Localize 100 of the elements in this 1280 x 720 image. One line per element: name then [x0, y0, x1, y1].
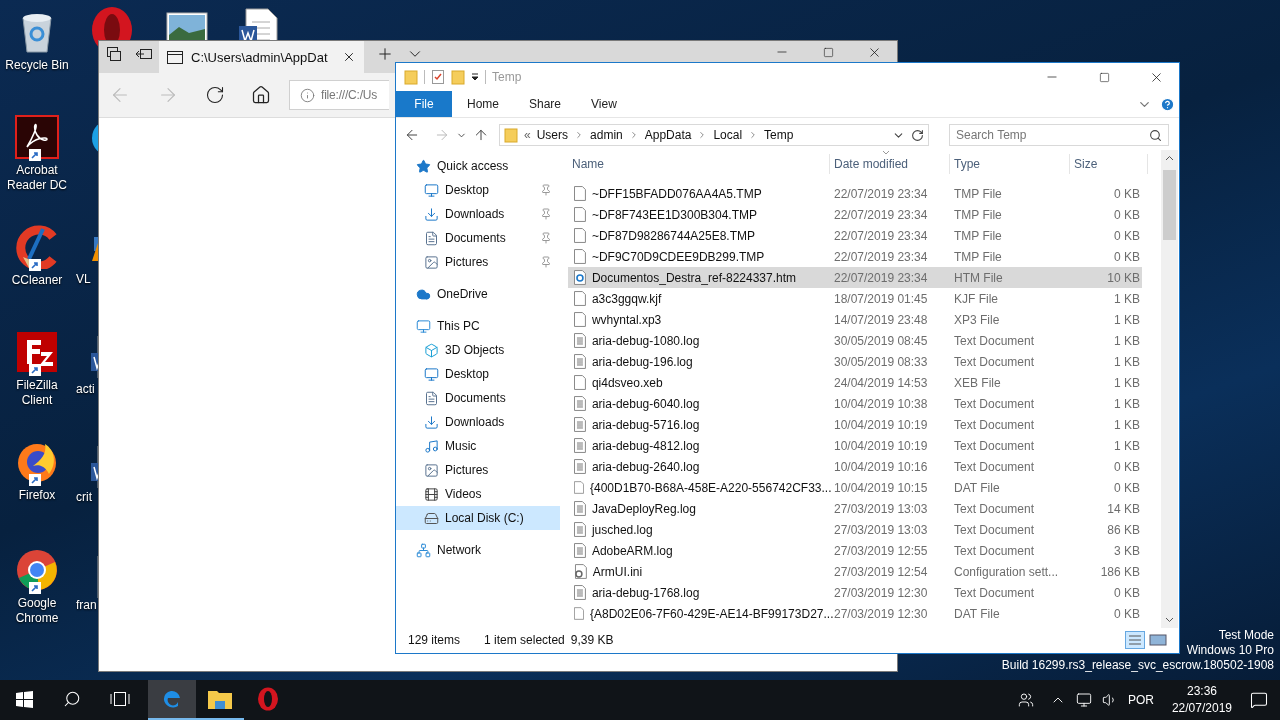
text-file-icon	[574, 417, 586, 432]
address-field[interactable]: file:///C:/Us	[289, 80, 389, 110]
file-icon	[574, 291, 586, 306]
nav-item[interactable]: Pictures	[396, 458, 560, 482]
desktop-icon-label[interactable]: Recycle Bin	[5, 58, 69, 73]
file-row[interactable]: aria-debug-2640.log 10/04/2019 10:16 Text Document 0 KB	[568, 456, 1142, 477]
nav-item[interactable]: Music	[396, 434, 560, 458]
ribbon-tab[interactable]: Home	[452, 91, 514, 117]
file-row[interactable]: aria-debug-4812.log 10/04/2019 10:19 Text Document 1 KB	[568, 435, 1142, 456]
clock[interactable]: 23:36 22/07/2019	[1163, 683, 1240, 717]
desktop-icon-label[interactable]: CCleaner	[11, 273, 63, 288]
nav-item[interactable]: This PC	[396, 314, 560, 338]
overflow-marker[interactable]: «	[524, 128, 531, 142]
notifications-icon[interactable]	[1250, 691, 1268, 709]
file-row[interactable]: {A8D02E06-7F60-429E-AE14-BF99173D27...27/03/2019 12:30 DAT File 0 KB	[568, 603, 1142, 624]
desktop-icon-label[interactable]: FileZilla Client	[1, 378, 73, 408]
nav-item[interactable]: Quick access	[396, 154, 560, 178]
file-icon	[574, 312, 586, 327]
ribbon-tab[interactable]: View	[576, 91, 632, 117]
caret-icon[interactable]	[471, 73, 479, 81]
desktop-icon-label[interactable]: crit	[76, 490, 98, 504]
file-row[interactable]: ~DFF15BFADD076AA4A5.TMP 22/07/2019 23:34 TMP File 0 KB	[568, 183, 1142, 204]
nav-item[interactable]: Documents	[396, 386, 560, 410]
info-icon	[300, 87, 315, 103]
desktop-icon-label[interactable]: VL	[76, 272, 98, 286]
file-name: aria-debug-5716.log	[591, 417, 701, 432]
home-button[interactable]	[251, 85, 271, 105]
file-row[interactable]: ~DF87D98286744A25E8.TMP 22/07/2019 23:34 TMP File 0 KB	[568, 225, 1142, 246]
taskbar-app-button[interactable]	[148, 680, 196, 720]
file-type: Text Document	[953, 417, 1036, 432]
search-field[interactable]: Search Temp	[949, 124, 1169, 146]
nav-item[interactable]: 3D Objects	[396, 338, 560, 362]
file-row[interactable]: aria-debug-5716.log 10/04/2019 10:19 Text Document 1 KB	[568, 414, 1142, 435]
refresh-icon[interactable]	[911, 128, 924, 142]
document-icon	[424, 230, 439, 246]
refresh-button[interactable]	[205, 85, 225, 105]
column-header[interactable]: Name	[568, 154, 830, 174]
file-row[interactable]: aria-debug-196.log 30/05/2019 08:33 Text Document 1 KB	[568, 351, 1142, 372]
address-bar[interactable]: « Users admin AppData Local Temp	[499, 124, 929, 146]
star-icon	[416, 158, 431, 174]
file-row[interactable]: JavaDeployReg.log 27/03/2019 13:03 Text Document 14 KB	[568, 498, 1142, 519]
column-header[interactable]: Size	[1070, 154, 1148, 174]
scrollbar[interactable]	[1161, 150, 1178, 628]
file-type: Text Document	[953, 501, 1036, 516]
back-button[interactable]	[404, 127, 420, 143]
file-size: 0 KB	[1113, 207, 1140, 222]
file-size: 1 KB	[1113, 396, 1140, 411]
breadcrumb-item[interactable]: AppData	[644, 128, 692, 142]
file-size: 14 KB	[1106, 501, 1140, 516]
desktop-icon-label[interactable]: Acrobat Reader DC	[1, 163, 73, 193]
file-row[interactable]: a3c3ggqw.kjf 18/07/2019 01:45 KJF File 1 KB	[568, 288, 1142, 309]
breadcrumb-item[interactable]: Users	[536, 128, 569, 142]
file-row[interactable]: wvhyntal.xp3 14/07/2019 23:48 XP3 File 1 KB	[568, 309, 1142, 330]
breadcrumb-item[interactable]: admin	[590, 128, 623, 142]
desktop-icon-label[interactable]: Firefox	[18, 488, 56, 503]
file-row[interactable]: ~DF9C70D9CDEE9DB299.TMP 22/07/2019 23:34 TMP File 0 KB	[568, 246, 1142, 267]
desktop-icon-label[interactable]: Google Chrome	[1, 596, 73, 626]
nav-item[interactable]: Network	[396, 538, 560, 562]
nav-item[interactable]: Documents	[396, 226, 560, 250]
breadcrumb-item[interactable]: Local	[713, 128, 743, 142]
up-button[interactable]	[473, 127, 489, 143]
opera-icon	[257, 687, 279, 711]
nav-item[interactable]: Desktop	[396, 178, 560, 202]
nav-item[interactable]: Downloads	[396, 410, 560, 434]
file-tab[interactable]: File	[396, 91, 452, 117]
file-row[interactable]: aria-debug-1080.log 30/05/2019 08:45 Text Document 1 KB	[568, 330, 1142, 351]
file-row[interactable]: AdobeARM.log 27/03/2019 12:55 Text Document 3 KB	[568, 540, 1142, 561]
file-row[interactable]: {400D1B70-B68A-458E-A220-556742CF33... 10/04/2019 10:15 DAT File 0 KB	[568, 477, 1142, 498]
close-icon[interactable]	[342, 50, 356, 64]
network-icon[interactable]	[1075, 692, 1092, 708]
file-row[interactable]: Documentos_Destra_ref-8224337.htm 22/07/2019 23:34 HTM File 10 KB	[568, 267, 1142, 288]
language-indicator[interactable]: POR	[1127, 693, 1154, 707]
column-header[interactable]: Type	[950, 154, 1070, 174]
nav-item[interactable]: Downloads	[396, 202, 560, 226]
nav-item[interactable]: Desktop	[396, 362, 560, 386]
file-row[interactable]: aria-debug-1768.log 27/03/2019 12:30 Text Document 0 KB	[568, 582, 1142, 603]
breadcrumb-item[interactable]: Temp	[764, 128, 794, 142]
file-date: 27/03/2019 12:30	[833, 585, 929, 600]
ribbon-tab[interactable]: Share	[514, 91, 577, 117]
nav-item[interactable]: Videos	[396, 482, 560, 506]
desktop-icon-label[interactable]: fran	[76, 598, 98, 612]
file-type: Text Document	[953, 438, 1036, 453]
file-row[interactable]: qi4dsveo.xeb 24/04/2019 14:53 XEB File 1 KB	[568, 372, 1142, 393]
music-icon	[424, 438, 439, 454]
shortcut-arrow-icon	[29, 259, 41, 271]
file-row[interactable]: aria-debug-6040.log 10/04/2019 10:38 Text Document 1 KB	[568, 393, 1142, 414]
nav-item[interactable]: Pictures	[396, 250, 560, 274]
large-icons-view-icon[interactable]	[1149, 633, 1167, 647]
file-row[interactable]: ~DF8F743EE1D300B304.TMP 22/07/2019 23:34 TMP File 0 KB	[568, 204, 1142, 225]
file-date: 30/05/2019 08:33	[833, 354, 929, 369]
nav-item[interactable]: OneDrive	[396, 282, 560, 306]
column-header[interactable]: Date modified	[830, 154, 950, 174]
desktop-icon-label[interactable]: acti	[76, 382, 98, 396]
file-name: {400D1B70-B68A-458E-A220-556742CF33...	[590, 480, 830, 495]
file-row[interactable]: jusched.log 27/03/2019 13:03 Text Document 86 KB	[568, 519, 1142, 540]
file-row[interactable]: ArmUI.ini 27/03/2019 12:54 Configuration sett... 186 KB	[568, 561, 1142, 582]
people-icon[interactable]	[1017, 692, 1034, 708]
nav-item[interactable]: Local Disk (C:)	[396, 506, 560, 530]
cloud-icon	[416, 286, 431, 302]
browser-tab[interactable]: C:\Users\admin\AppDat	[159, 41, 364, 73]
